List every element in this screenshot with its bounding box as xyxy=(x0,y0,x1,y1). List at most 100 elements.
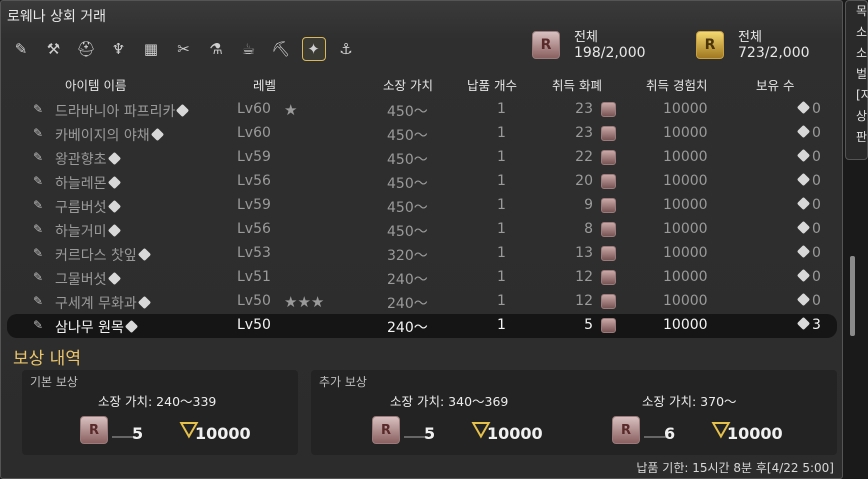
tool-botanist-icon: ✦ xyxy=(307,40,320,58)
item-name: 그물버섯 xyxy=(55,269,121,289)
tool-leatherworker-button[interactable]: ▦ xyxy=(139,37,163,61)
collectable-icon xyxy=(124,319,138,334)
item-exp: 10000 xyxy=(663,221,708,237)
item-level: Lv59 xyxy=(237,197,271,213)
item-stars: ★ xyxy=(284,101,298,119)
tool-armorer-button[interactable]: ⛑ xyxy=(74,37,98,61)
scrip-red-icon xyxy=(601,246,616,261)
header-collectability[interactable]: 소장 가치 xyxy=(383,75,433,94)
table-row[interactable]: ✎ 드라바니아 파프리카 Lv60 ★ 450～ 1 23 10000 0 xyxy=(7,98,837,122)
side-panel-text: 목 xyxy=(856,4,868,18)
tool-carpenter-icon: ✎ xyxy=(14,40,28,58)
header-exp[interactable]: 취득 경험치 xyxy=(646,75,707,94)
collectable-icon xyxy=(107,175,121,190)
item-exp: 10000 xyxy=(663,101,708,117)
table-row[interactable]: ✎ 왕관향초 Lv59 450～ 1 22 10000 0 xyxy=(7,146,837,170)
tool-miner-button[interactable]: ⛏ xyxy=(269,37,293,61)
tool-fisher-button[interactable]: ⚓ xyxy=(334,37,358,61)
collectable-icon xyxy=(137,295,151,310)
pen-icon: ✎ xyxy=(33,222,44,236)
tool-carpenter-button[interactable]: ✎ xyxy=(9,37,33,61)
item-owned: 3 xyxy=(796,316,821,333)
side-panel-text: 소 xyxy=(856,46,868,60)
collectable-icon xyxy=(107,151,121,166)
item-count: 1 xyxy=(497,101,506,117)
item-count: 1 xyxy=(497,173,506,189)
tool-weaver-button[interactable]: ✂ xyxy=(172,37,196,61)
item-collectability: 240～ xyxy=(387,272,428,288)
item-collectability: 450～ xyxy=(387,176,428,192)
table-row[interactable]: ✎ 하늘레몬 Lv56 450～ 1 20 10000 0 xyxy=(7,170,837,194)
item-owned: 0 xyxy=(796,124,821,141)
item-owned: 0 xyxy=(796,196,821,213)
collectable-icon xyxy=(796,172,811,187)
window-title: 로웨나 상회 거래 xyxy=(7,9,107,25)
item-name: 하늘레몬 xyxy=(55,173,121,193)
item-name: 구세계 무화과 xyxy=(55,293,151,313)
pen-icon: ✎ xyxy=(33,198,44,212)
tool-culinarian-icon: ☕ xyxy=(241,40,256,58)
scrip-red-value: 198/2,000 xyxy=(574,45,646,61)
header-item-name[interactable]: 아이템 이름 xyxy=(65,75,126,94)
tool-goldsmith-button[interactable]: ♆ xyxy=(107,37,131,61)
item-list: ✎ 드라바니아 파프리카 Lv60 ★ 450～ 1 23 10000 0 ✎ 카베이지의 야채 Lv… xyxy=(7,98,837,341)
pen-icon: ✎ xyxy=(33,246,44,260)
header-owned[interactable]: 보유 수 xyxy=(756,75,794,94)
table-row[interactable]: ✎ 커르다스 찻잎 Lv53 320～ 1 13 10000 0 xyxy=(7,242,837,266)
header-level[interactable]: 레벨 xyxy=(253,75,276,94)
scrip-red-icon: R xyxy=(612,416,640,444)
bonus-reward-label: 추가 보상 xyxy=(319,375,367,389)
scrip-red-icon xyxy=(601,294,616,309)
item-level: Lv60 xyxy=(237,101,271,117)
header-delivery-count[interactable]: 납품 개수 xyxy=(467,75,517,94)
item-stars: ★★★ xyxy=(284,293,325,311)
bonus-reward-panel: 추가 보상 소장 가치: 340～369 소장 가치: 370～ R 5 ⛛ 1… xyxy=(311,370,837,455)
item-name: 커르다스 찻잎 xyxy=(55,245,151,265)
table-row[interactable]: ✎ 구세계 무화과 Lv50 ★★★ 240～ 1 12 10000 0 xyxy=(7,290,837,314)
tool-blacksmith-icon: ⚒ xyxy=(46,40,61,58)
tool-blacksmith-button[interactable]: ⚒ xyxy=(42,37,66,61)
pen-icon: ✎ xyxy=(33,294,44,308)
item-exp: 10000 xyxy=(663,245,708,261)
item-currency: 13 xyxy=(575,245,593,261)
pen-icon: ✎ xyxy=(33,270,44,284)
tool-miner-icon: ⛏ xyxy=(271,40,291,58)
item-level: Lv53 xyxy=(237,245,271,261)
scrip-red-icon: R xyxy=(532,31,560,59)
item-count: 1 xyxy=(497,269,506,285)
item-collectability: 450～ xyxy=(387,128,428,144)
pen-icon: ✎ xyxy=(33,102,44,116)
item-currency: 5 xyxy=(584,317,593,333)
list-scrollbar[interactable] xyxy=(850,256,855,336)
pen-icon: ✎ xyxy=(33,318,44,332)
table-row[interactable]: ✎ 삼나무 원목 Lv50 240～ 1 5 10000 3 xyxy=(7,314,837,338)
tool-alchemist-button[interactable]: ⚗ xyxy=(204,37,228,61)
table-row[interactable]: ✎ 카베이지의 야채 Lv60 450～ 1 23 10000 0 xyxy=(7,122,837,146)
scrip-gold-value: 723/2,000 xyxy=(738,45,810,61)
side-panel-text: 상 xyxy=(856,109,868,123)
tool-culinarian-button[interactable]: ☕ xyxy=(237,37,261,61)
bonus-tier2-collect: 소장 가치: 370～ xyxy=(642,394,737,409)
table-row[interactable]: ✎ 그물버섯 Lv51 240～ 1 12 10000 0 xyxy=(7,266,837,290)
item-exp: 10000 xyxy=(663,269,708,285)
scrip-red-icon xyxy=(601,126,616,141)
collectable-icon xyxy=(796,244,811,259)
item-currency: 12 xyxy=(575,293,593,309)
rewards-title: 보상 내역 xyxy=(13,349,81,369)
collectable-icon xyxy=(796,220,811,235)
item-count: 1 xyxy=(497,125,506,141)
bonus-tier1-currency: 5 xyxy=(424,424,436,443)
table-row[interactable]: ✎ 구름버섯 Lv59 450～ 1 9 10000 0 xyxy=(7,194,837,218)
item-count: 1 xyxy=(497,245,506,261)
item-collectability: 240～ xyxy=(387,296,428,312)
side-panel-text: [지 xyxy=(856,88,868,102)
side-panel-text: 소 xyxy=(856,25,868,39)
base-reward-currency: 5 xyxy=(132,424,144,443)
table-row[interactable]: ✎ 하늘거미 Lv56 450～ 1 8 10000 0 xyxy=(7,218,837,242)
tool-botanist-button[interactable]: ✦ xyxy=(301,37,326,61)
header-currency[interactable]: 취득 화폐 xyxy=(552,75,602,94)
collectable-icon xyxy=(796,196,811,211)
item-collectability: 450～ xyxy=(387,152,428,168)
scrip-red-label: 전체 xyxy=(574,30,598,45)
item-currency: 23 xyxy=(575,125,593,141)
